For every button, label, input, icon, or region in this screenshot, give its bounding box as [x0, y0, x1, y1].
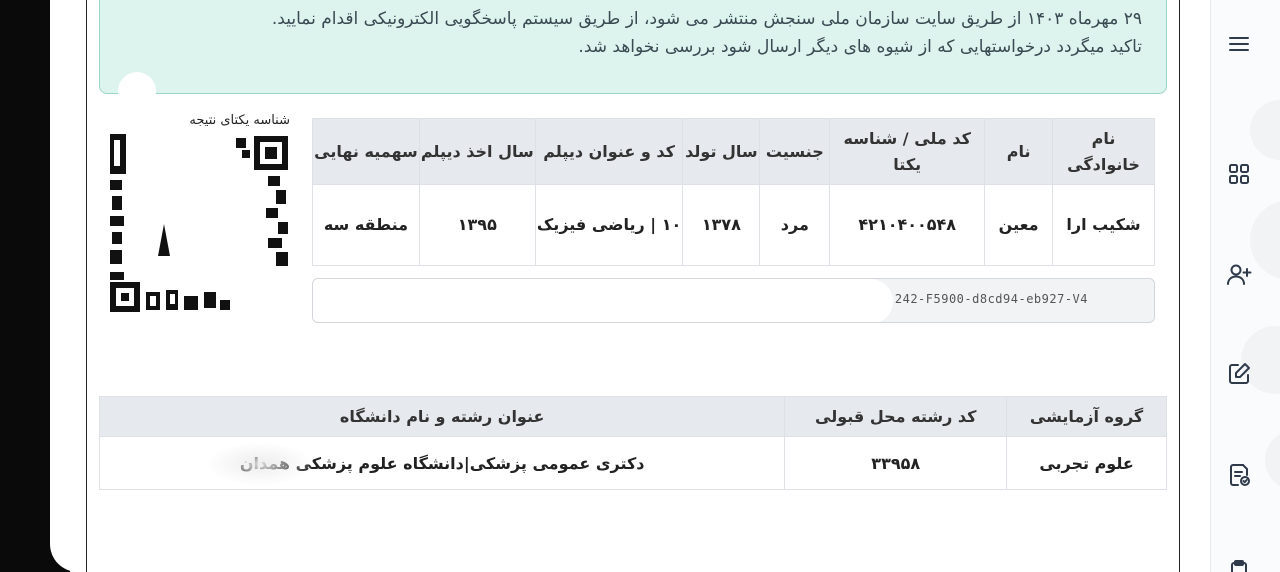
cell-birth-year: ۱۳۷۸ — [682, 184, 761, 266]
header-quota: سهمیه نهایی — [312, 118, 420, 185]
header-first-name: نام — [984, 118, 1054, 185]
table-row: شکیب ارا معین ۴۲۱۰۴۰۰۵۴۸ مرد ۱۳۷۸ ۱۰ | ر… — [312, 184, 1155, 266]
header-last-name: نام خانوادگی — [1052, 118, 1155, 185]
cell-diploma: ۱۰ | ریاضی فیزیک — [534, 184, 684, 266]
header-field-university: عنوان رشته و نام دانشگاه — [98, 396, 786, 437]
dashboard-icon[interactable] — [1225, 160, 1253, 188]
cell-field-code: ۳۳۹۵۸ — [784, 436, 1008, 490]
header-gender: جنسیت — [759, 118, 831, 185]
header-diploma-year: سال اخذ دیپلم — [418, 118, 536, 185]
sidebar — [1210, 0, 1280, 572]
edit-icon[interactable] — [1225, 360, 1253, 388]
redaction-mask — [313, 279, 893, 322]
clipboard-icon[interactable] — [1225, 558, 1253, 572]
header-birth-year: سال تولد — [682, 118, 761, 185]
cell-national-id: ۴۲۱۰۴۰۰۵۴۸ — [829, 184, 986, 266]
document-check-icon[interactable] — [1225, 461, 1253, 489]
header-national-id: کد ملی / شناسه یکتا — [829, 118, 986, 185]
add-user-icon[interactable] — [1225, 261, 1253, 289]
redaction-smudge — [205, 442, 315, 486]
qr-code-icon — [110, 134, 288, 312]
tracking-code-bar: 242-F5900-d8cd94-eb927-V4 — [312, 278, 1155, 323]
cell-quota: منطقه سه — [312, 184, 420, 266]
notice-box: ۲۹ مهرماه ۱۴۰۳ از طریق سایت سازمان ملی س… — [99, 0, 1167, 94]
tracking-code: 242-F5900-d8cd94-eb927-V4 — [894, 292, 1088, 306]
notice-line-1: ۲۹ مهرماه ۱۴۰۳ از طریق سایت سازمان ملی س… — [271, 9, 1142, 29]
cell-field-university: دکتری عمومی پزشکی|دانشگاه علوم پزشکی همد… — [98, 436, 786, 490]
header-exam-group: گروه آزمایشی — [1006, 396, 1167, 437]
sidebar-decoration — [1241, 100, 1280, 486]
result-table-header: نام خانوادگی نام کد ملی / شناسه یکتا جنس… — [312, 118, 1155, 185]
menu-icon[interactable] — [1225, 30, 1253, 58]
notice-overlay — [118, 72, 156, 110]
admission-table-header: گروه آزمایشی کد رشته محل قبولی عنوان رشت… — [98, 396, 1167, 437]
notice-line-2: تاکید میگردد درخواستهایی که از شیوه های … — [578, 37, 1142, 57]
cell-exam-group: علوم تجربی — [1006, 436, 1167, 490]
header-diploma: کد و عنوان دیپلم — [534, 118, 684, 185]
cell-diploma-year: ۱۳۹۵ — [418, 184, 536, 266]
result-table: نام خانوادگی نام کد ملی / شناسه یکتا جنس… — [312, 118, 1155, 266]
cell-first-name: معین — [984, 184, 1054, 266]
header-field-code: کد رشته محل قبولی — [784, 396, 1008, 437]
cell-gender: مرد — [759, 184, 831, 266]
cell-last-name: شکیب ارا — [1052, 184, 1155, 266]
qr-label: شناسه یکتای نتیجه — [189, 113, 290, 128]
